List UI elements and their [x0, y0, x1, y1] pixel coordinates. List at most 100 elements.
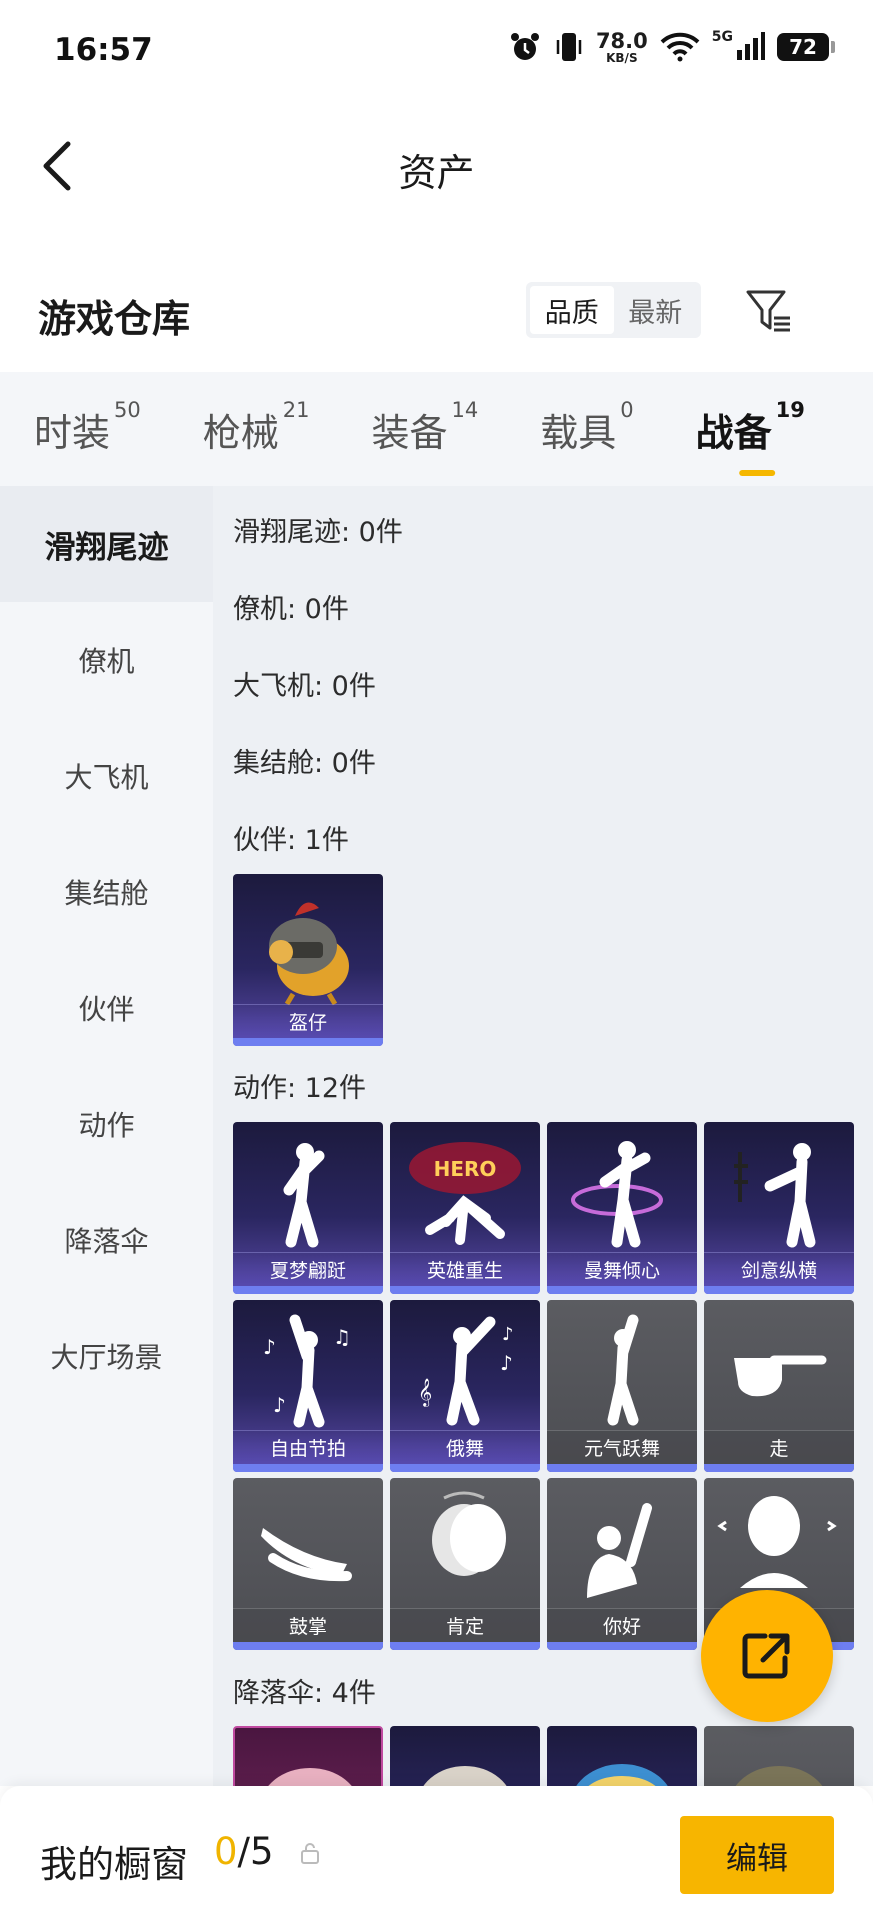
emote-card[interactable]: 你好 [547, 1478, 697, 1650]
card-label: 肯定 [390, 1608, 540, 1642]
card-rarity-bar [704, 1464, 854, 1472]
emote-card[interactable]: 曼舞倾心 [547, 1122, 697, 1294]
sidebar-list: 僚机 大飞机 集结舱 伙伴 动作 降落伞 大厅场景 [0, 602, 213, 1414]
emote-card[interactable]: 鼓掌 [233, 1478, 383, 1650]
waving-hello-icon [587, 1503, 652, 1598]
sidebar-item-pod[interactable]: 集结舱 [0, 834, 213, 950]
free-beat-icon: ♪ ♫ ♪ [263, 1314, 351, 1428]
parachute-badge-icon [576, 1764, 668, 1786]
emote-card[interactable]: HERO 英雄重生 [390, 1122, 540, 1294]
parachute-card[interactable] [390, 1726, 540, 1786]
card-rarity-bar [547, 1464, 697, 1472]
tab-equipment[interactable]: 装备 14 [372, 372, 479, 486]
alarm-icon [510, 33, 539, 60]
energetic-dance-icon [607, 1314, 639, 1426]
card-label: 走 [704, 1430, 854, 1464]
card-rarity-bar [390, 1286, 540, 1294]
parachute-brain-icon [268, 1768, 352, 1786]
nodding-head-icon [432, 1491, 506, 1576]
top-nav: 资产 [0, 100, 873, 230]
card-label: 剑意纵横 [704, 1252, 854, 1286]
sidebar-item-wingman[interactable]: 僚机 [0, 602, 213, 718]
battery-icon: 72 [777, 33, 835, 61]
showcase-title: 我的橱窗 [40, 1843, 188, 1886]
wifi-icon [660, 32, 700, 62]
svg-text:♪: ♪ [500, 1351, 513, 1375]
share-button[interactable] [701, 1590, 833, 1722]
sidebar-item-plane[interactable]: 大飞机 [0, 718, 213, 834]
sidebar-item-emote[interactable]: 动作 [0, 1066, 213, 1182]
emote-card[interactable]: 𝄞 ♪ ♪ 俄舞 [390, 1300, 540, 1472]
parachute-shell-icon [423, 1766, 507, 1786]
emote-card[interactable]: 元气跃舞 [547, 1300, 697, 1472]
tab-indicator [739, 470, 776, 476]
tab-vehicles[interactable]: 载具 0 [540, 372, 633, 486]
network-speed: 78.0 KB/S [595, 28, 648, 65]
card-rarity-bar [390, 1642, 540, 1650]
card-rarity-bar [704, 1286, 854, 1294]
hero-pose-icon: HERO [409, 1142, 521, 1245]
sort-latest-button[interactable]: 最新 [614, 286, 698, 334]
pointing-hand-icon [734, 1355, 827, 1397]
sidebar-item-lobby-scene[interactable]: 大厅场景 [0, 1298, 213, 1414]
emote-card[interactable]: 肯定 [390, 1478, 540, 1650]
card-label: 元气跃舞 [547, 1430, 697, 1464]
sidebar-item-partner[interactable]: 伙伴 [0, 950, 213, 1066]
card-rarity-bar [233, 1642, 383, 1650]
status-time: 16:57 [54, 32, 153, 68]
parachute-card[interactable] [704, 1726, 854, 1786]
sidebar-item-parachute[interactable]: 降落伞 [0, 1182, 213, 1298]
sidebar-item-glide-trail[interactable]: 滑翔尾迹 [0, 486, 213, 602]
page-title: 资产 [398, 151, 475, 195]
svg-text:♪: ♪ [273, 1393, 286, 1417]
sort-quality-button[interactable]: 品质 [530, 286, 614, 334]
card-rarity-bar [233, 1464, 383, 1472]
network-type: 5G [711, 29, 733, 45]
svg-text:♪: ♪ [502, 1324, 514, 1345]
emote-card[interactable]: 夏梦翩跹 [233, 1122, 383, 1294]
card-label: 曼舞倾心 [547, 1252, 697, 1286]
parachute-card[interactable] [547, 1726, 697, 1786]
app-page: 16:57 78.0 KB/S 5G 72 资产 游戏仓库 品质 最新 时装 50… [0, 0, 873, 1920]
russian-dance-icon: 𝄞 ♪ ♪ [418, 1316, 514, 1426]
card-rarity-bar [233, 1286, 383, 1294]
card-rarity-bar [233, 1038, 383, 1046]
status-icons: 78.0 KB/S 5G 72 [508, 28, 835, 65]
sidebar: 滑翔尾迹 僚机 大飞机 集结舱 伙伴 动作 降落伞 大厅场景 [0, 486, 213, 1786]
edit-button[interactable]: 编辑 [680, 1816, 834, 1894]
signal-icon [737, 32, 765, 60]
filter-icon[interactable] [744, 286, 794, 336]
clapping-hands-icon [261, 1528, 352, 1582]
emote-card[interactable]: 剑意纵横 [704, 1122, 854, 1294]
card-label: 俄舞 [390, 1430, 540, 1464]
sword-stance-icon [734, 1143, 816, 1248]
dance-swirl-icon [571, 1141, 663, 1248]
section-glide-trail: 滑翔尾迹: 0件 [233, 517, 403, 548]
tab-combat-gear[interactable]: 战备 19 [696, 372, 805, 486]
section-parachute: 降落伞: 4件 [233, 1678, 376, 1709]
svg-text:HERO: HERO [434, 1157, 497, 1181]
tab-guns[interactable]: 枪械 21 [203, 372, 310, 486]
section-wingman: 僚机: 0件 [233, 594, 349, 625]
card-label: 夏梦翩跹 [233, 1252, 383, 1286]
warehouse-title: 游戏仓库 [38, 297, 191, 341]
category-tabs: 时装 50 枪械 21 装备 14 载具 0 战备 19 [0, 372, 873, 486]
share-icon [742, 1633, 790, 1679]
dancer-figure-icon [283, 1143, 325, 1248]
warehouse-header: 游戏仓库 品质 最新 [0, 270, 873, 370]
emote-card[interactable]: 走 [704, 1300, 854, 1472]
card-label: 盔仔 [233, 1004, 383, 1038]
emote-card[interactable]: ♪ ♫ ♪ 自由节拍 [233, 1300, 383, 1472]
partner-card[interactable]: 盔仔 [233, 874, 383, 1046]
showcase-bar: 我的橱窗 0/5 编辑 [0, 1786, 873, 1920]
section-plane: 大飞机: 0件 [233, 671, 376, 702]
section-pod: 集结舱: 0件 [233, 748, 376, 779]
card-rarity-bar [547, 1642, 697, 1650]
parachute-card[interactable] [233, 1726, 383, 1786]
card-label: 鼓掌 [233, 1608, 383, 1642]
tab-fashion[interactable]: 时装 50 [34, 372, 141, 486]
card-label: 英雄重生 [390, 1252, 540, 1286]
card-label: 你好 [547, 1608, 697, 1642]
section-emote: 动作: 12件 [233, 1073, 367, 1104]
parachute-camo-icon [735, 1766, 823, 1786]
